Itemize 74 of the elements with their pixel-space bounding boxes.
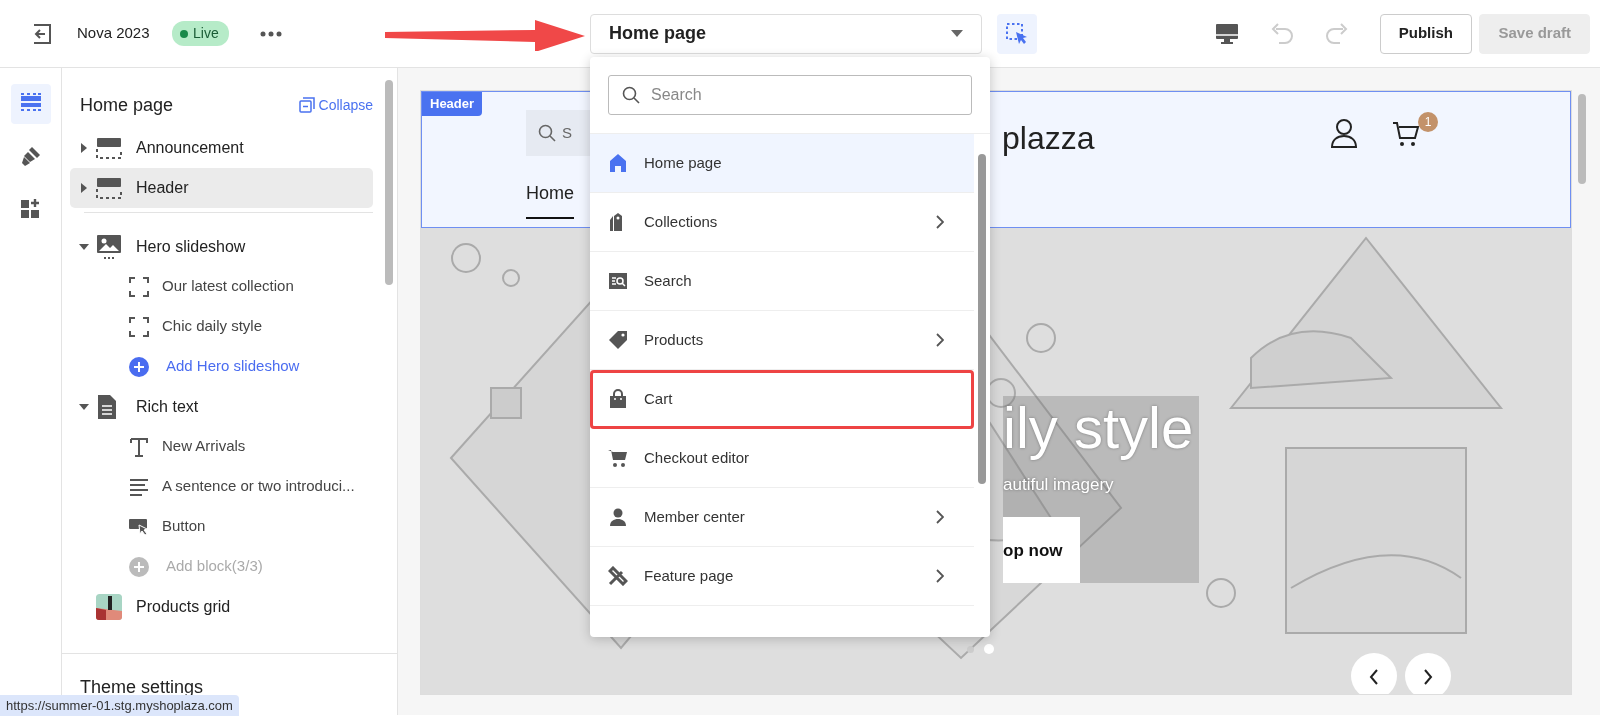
hero-title: ily style bbox=[1003, 396, 1194, 460]
text-icon bbox=[129, 436, 149, 457]
collapse-icon bbox=[298, 97, 315, 113]
cart-icon bbox=[608, 448, 628, 468]
frame-icon bbox=[129, 316, 149, 337]
monitor-icon bbox=[1215, 23, 1240, 45]
section-item[interactable]: Announcement bbox=[70, 127, 373, 168]
person-icon bbox=[608, 507, 628, 527]
chevron-right-icon bbox=[1423, 668, 1433, 685]
redo-icon bbox=[1325, 23, 1350, 45]
slide-dot[interactable] bbox=[967, 645, 974, 653]
collapse-link[interactable]: Collapse bbox=[298, 94, 373, 116]
menu-item[interactable]: Member center bbox=[590, 488, 974, 547]
search-icon bbox=[538, 124, 556, 142]
home-icon bbox=[608, 153, 628, 173]
status-badge: Live bbox=[172, 21, 229, 46]
search-page-icon bbox=[608, 271, 628, 291]
tools-icon bbox=[608, 566, 628, 586]
hero-subtitle: autiful imagery bbox=[1003, 473, 1115, 496]
search-field[interactable]: Search bbox=[608, 75, 972, 115]
sidebar-tab[interactable] bbox=[10, 84, 51, 124]
section-item[interactable]: Header bbox=[70, 167, 373, 208]
section-icon bbox=[96, 175, 122, 200]
menu-item[interactable]: Collections bbox=[590, 193, 974, 252]
more-icon bbox=[260, 31, 283, 38]
block-item[interactable]: Add Hero slideshow bbox=[70, 346, 373, 387]
menu-item[interactable]: Search bbox=[590, 252, 974, 311]
cart-icon bbox=[1392, 120, 1420, 148]
section-item[interactable]: Products grid bbox=[70, 586, 373, 627]
section-item[interactable]: Hero slideshow bbox=[70, 226, 373, 267]
scrollbar-thumb[interactable] bbox=[1578, 94, 1586, 184]
theme-name: Nova 2023 bbox=[77, 23, 150, 44]
block-item[interactable]: Chic daily style bbox=[70, 306, 373, 347]
block-item[interactable]: Button bbox=[70, 506, 373, 547]
cart-count: 1 bbox=[1418, 112, 1438, 132]
inspect-button[interactable] bbox=[997, 13, 1037, 54]
document-icon bbox=[96, 393, 118, 420]
block-item[interactable]: New Arrivals bbox=[70, 426, 373, 467]
cursor-icon bbox=[128, 516, 150, 537]
menu-item[interactable]: Feature page bbox=[590, 547, 974, 606]
image-icon bbox=[96, 233, 122, 260]
search-icon bbox=[622, 86, 640, 104]
toolbar-button[interactable]: Publish bbox=[1379, 13, 1472, 54]
link-url: https://summer-01.stg.myshoplaza.com bbox=[0, 694, 239, 716]
menu-item[interactable]: Products bbox=[590, 311, 974, 370]
section-label: Header bbox=[422, 92, 483, 116]
caret-icon bbox=[951, 30, 963, 37]
add-icon bbox=[128, 355, 150, 378]
nav-link[interactable]: Home bbox=[526, 180, 574, 219]
slide-dot[interactable] bbox=[984, 644, 994, 654]
select-icon bbox=[1006, 23, 1028, 45]
paragraph-icon bbox=[129, 476, 149, 497]
block-item[interactable]: Our latest collection bbox=[70, 266, 373, 307]
chevron-left-icon bbox=[1369, 668, 1379, 685]
menu-item[interactable]: Cart bbox=[590, 370, 974, 429]
section-item[interactable]: Rich text bbox=[70, 386, 373, 427]
undo-icon bbox=[1270, 23, 1295, 45]
frame-icon bbox=[129, 276, 149, 297]
menu-item[interactable]: Home page bbox=[590, 134, 974, 193]
page-select[interactable]: Home page bbox=[590, 13, 982, 54]
scrollbar-thumb[interactable] bbox=[385, 80, 393, 285]
add-icon bbox=[128, 555, 150, 578]
block-item[interactable]: A sentence or two introduci... bbox=[70, 466, 373, 507]
tag-icon bbox=[608, 330, 628, 350]
section-icon bbox=[96, 135, 122, 160]
exit-icon bbox=[31, 23, 53, 45]
store-logo: plazza bbox=[1002, 119, 1095, 158]
panel-title: Home page bbox=[79, 93, 174, 117]
bag-icon bbox=[608, 389, 628, 409]
menu-item[interactable]: Checkout editor bbox=[590, 429, 974, 488]
toolbar-button: Save draft bbox=[1479, 13, 1590, 54]
user-icon bbox=[1330, 118, 1358, 148]
shop-button[interactable]: op now bbox=[1003, 517, 1081, 584]
scrollbar-thumb[interactable] bbox=[978, 154, 986, 484]
